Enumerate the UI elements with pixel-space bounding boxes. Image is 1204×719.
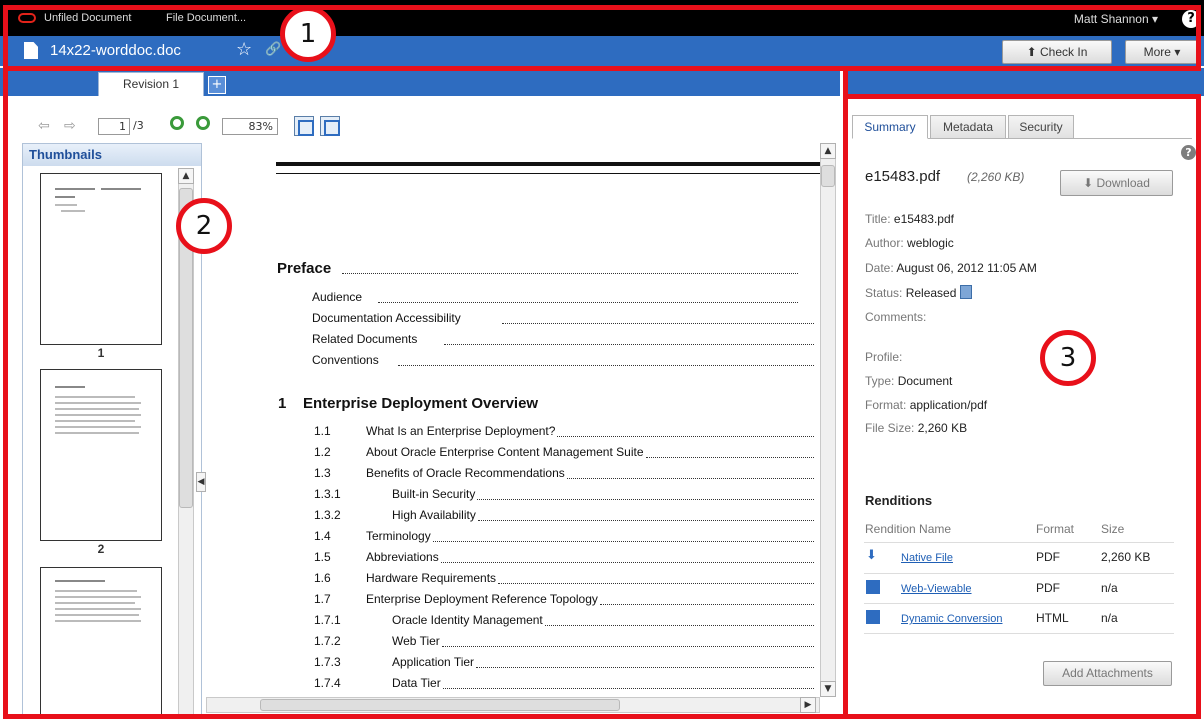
annotation-frame-2 — [3, 66, 848, 719]
annotation-frame-1 — [3, 5, 1201, 71]
info-panel-header-strip — [846, 68, 1204, 96]
callout-1: 1 — [280, 6, 336, 62]
callout-2: 2 — [176, 198, 232, 254]
annotation-frame-3 — [843, 94, 1201, 719]
callout-3: 3 — [1040, 330, 1096, 386]
